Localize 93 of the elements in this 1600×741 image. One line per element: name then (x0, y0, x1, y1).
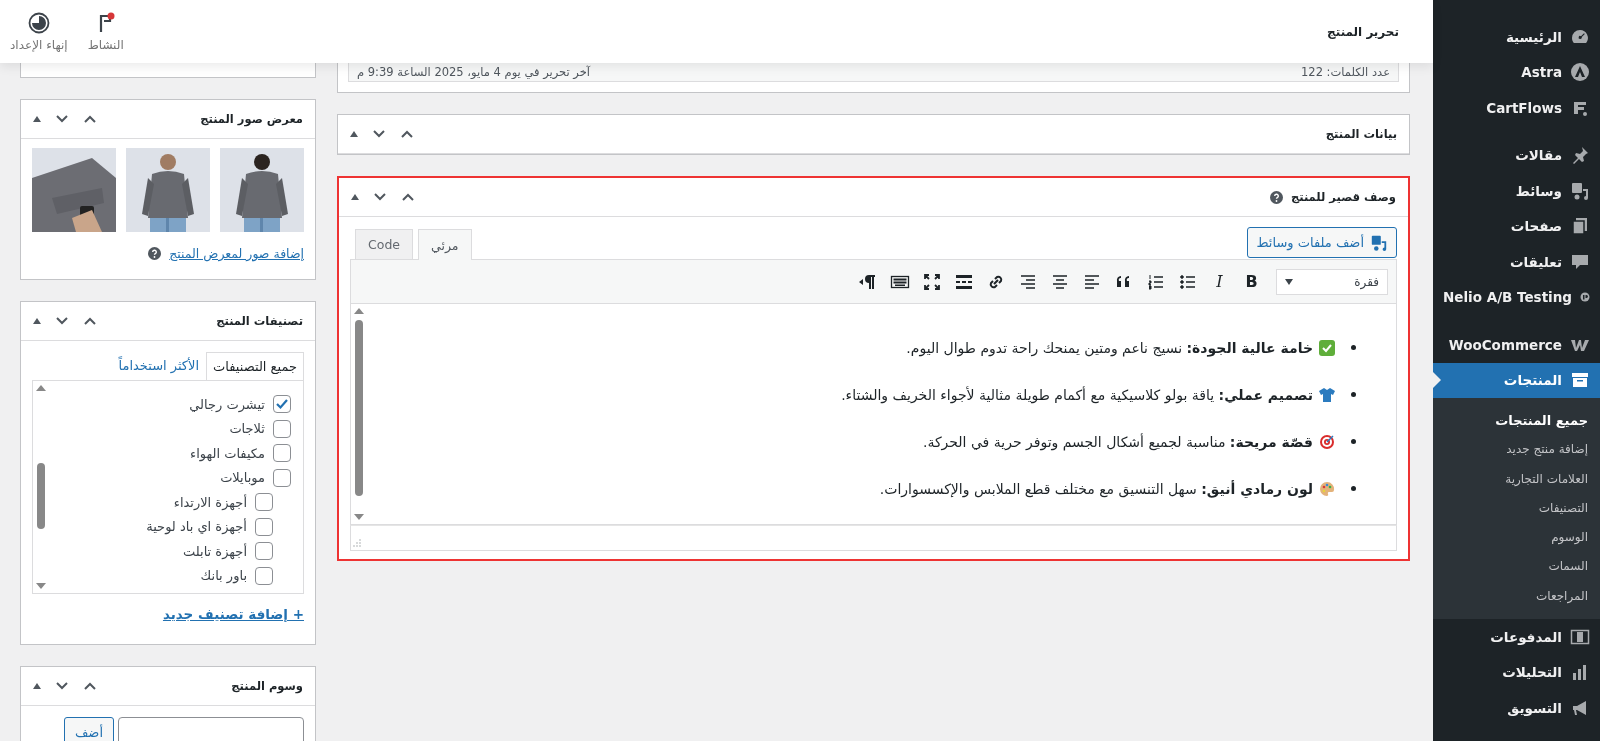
checkbox[interactable] (255, 517, 273, 536)
chevron-down-icon[interactable] (373, 192, 387, 202)
submenu-item[interactable]: المراجعات (1433, 581, 1600, 612)
resize-handle-icon[interactable] (353, 539, 361, 547)
menu-item[interactable]: الرئيسية (1433, 19, 1600, 55)
editor-content[interactable] (350, 304, 1397, 525)
format-select[interactable]: فقرة (1276, 268, 1388, 295)
category-tab[interactable]: الأكثر استخداماً (111, 351, 207, 380)
bullet-text: لون رمادي أنيق: سهل التنسيق مع مختلف قطع الملابس والإكسسوارات. (879, 480, 1313, 497)
menu-item[interactable]: Nelio A/B Testing (1433, 279, 1600, 315)
menu-item[interactable]: Astra (1433, 54, 1600, 90)
activity-button[interactable]: النشاط (87, 11, 124, 52)
panel-title: بيانات المنتج (1325, 127, 1397, 141)
chevron-up-icon[interactable] (83, 316, 97, 326)
triangle-icon[interactable] (33, 683, 41, 689)
category-label[interactable]: تيشرت رجالي (189, 396, 265, 412)
panel-title: معرض صور المنتج (200, 112, 303, 126)
menu-item[interactable]: وسائط (1433, 173, 1600, 209)
bullet-text: تصميم عملي: ياقة بولو كلاسيكية مع أكمام طويلة مثالية لأجواء الخريف والشتاء. (841, 386, 1313, 403)
panel-title: وصف قصير للمنتج (1290, 190, 1396, 204)
menu-item[interactable]: التحليلات (1433, 654, 1600, 691)
page-title: تحرير المنتج (1327, 24, 1399, 39)
editor-tab[interactable]: مرئي (418, 229, 472, 260)
shirt-icon (1319, 386, 1335, 403)
panel-title: وسوم المنتج (231, 679, 303, 693)
editor-tab[interactable]: Code (355, 229, 413, 259)
tag-input[interactable] (118, 717, 304, 741)
submenu-item[interactable]: الوسوم (1433, 523, 1600, 553)
submenu-item[interactable]: العلامات التجارية (1433, 464, 1600, 494)
checkbox[interactable] (273, 419, 291, 438)
palette-icon (1319, 480, 1335, 497)
checkbox[interactable] (255, 566, 273, 585)
add-tag-button[interactable]: أضف (63, 717, 114, 741)
bullet-text: قصّة مريحة: مناسبة لجميع أشكال الجسم وتوفر حرية في الحركة. (922, 433, 1313, 450)
current-page-pointer (1433, 372, 1441, 389)
astra-icon (1570, 62, 1590, 83)
menu-item[interactable]: مقالات (1433, 137, 1600, 173)
triangle-icon[interactable] (351, 194, 359, 200)
checkbox[interactable] (273, 395, 291, 414)
menu-item[interactable]: صفحات (1433, 208, 1600, 244)
menu-item[interactable]: CartFlows (1433, 90, 1600, 126)
category-label[interactable]: أجهزة اي باد لوحية (146, 519, 247, 535)
target-icon (1319, 433, 1335, 450)
add-gallery-images-link[interactable]: إضافة صور لمعرض المنتج (169, 246, 304, 261)
category-label[interactable]: أجهزة تابلت (182, 543, 247, 559)
checkbox[interactable] (273, 444, 291, 463)
last-edited-text: آخر تحرير في يوم 4 مايو، 2025 الساعة 9:39 م (357, 65, 590, 79)
triangle-icon[interactable] (33, 318, 41, 324)
chevron-down-icon[interactable] (55, 316, 69, 326)
bullet-text: خامة عالية الجودة: نسيج ناعم ومتين يمنحك راحة تدوم طوال اليوم. (906, 339, 1313, 356)
media-icon (1370, 233, 1388, 252)
menu-item[interactable]: تعليقات (1433, 244, 1600, 280)
italic-button[interactable]: I (1206, 267, 1233, 296)
caret-icon (1285, 278, 1293, 285)
menu-item[interactable]: المدفوعات (1433, 619, 1600, 655)
category-label[interactable]: ثلاجات (229, 421, 265, 437)
progress-circle-icon (27, 11, 50, 34)
category-tab[interactable]: جميع التصنيفات (206, 352, 304, 381)
chevron-up-icon[interactable] (401, 192, 415, 202)
checkbox[interactable] (273, 468, 291, 487)
submenu-item[interactable]: جميع المنتجات (1433, 406, 1600, 436)
setup-button[interactable]: إنهاء الإعداد (10, 11, 68, 52)
media-icon (1570, 180, 1590, 201)
add-media-button[interactable]: أضف ملفات وسائط (1247, 227, 1397, 258)
triangle-icon[interactable] (350, 131, 358, 137)
menu-item[interactable]: التسويق (1433, 690, 1600, 726)
fullscreen-icon (921, 271, 942, 292)
submenu-item[interactable]: إضافة منتج جديد (1433, 435, 1600, 465)
category-label[interactable]: أجهزة الارتداء (173, 494, 247, 510)
category-label[interactable]: موبايلات (220, 470, 265, 486)
panel-title: تصنيفات المنتج (216, 314, 303, 328)
submenu-item[interactable]: السمات (1433, 552, 1600, 582)
bold-button[interactable]: B (1238, 267, 1265, 296)
chevron-down-icon[interactable] (372, 129, 386, 139)
submenu-item[interactable]: التصنيفات (1433, 493, 1600, 524)
word-count: عدد الكلمات: 122 (1301, 65, 1390, 79)
menu-item[interactable]: المنتجات (1433, 362, 1600, 398)
checkmark-icon (1319, 339, 1335, 356)
pages-icon (1570, 216, 1590, 237)
checkbox[interactable] (255, 493, 273, 512)
chevron-up-icon[interactable] (83, 114, 97, 124)
triangle-icon[interactable] (33, 116, 41, 122)
help-icon[interactable] (1269, 190, 1283, 204)
chevron-up-icon[interactable] (83, 681, 97, 691)
chevron-up-icon[interactable] (400, 129, 414, 139)
checkbox[interactable] (255, 542, 273, 561)
category-label[interactable]: مكيفات الهواء (190, 445, 265, 461)
add-category-link[interactable]: + إضافة تصنيف جديد (162, 606, 304, 622)
menu-item[interactable]: WooCommerce (1433, 327, 1600, 363)
help-icon[interactable] (148, 247, 162, 260)
chevron-down-icon[interactable] (55, 114, 69, 124)
category-label[interactable]: باور بانك (200, 568, 247, 584)
chevron-down-icon[interactable] (55, 681, 69, 691)
